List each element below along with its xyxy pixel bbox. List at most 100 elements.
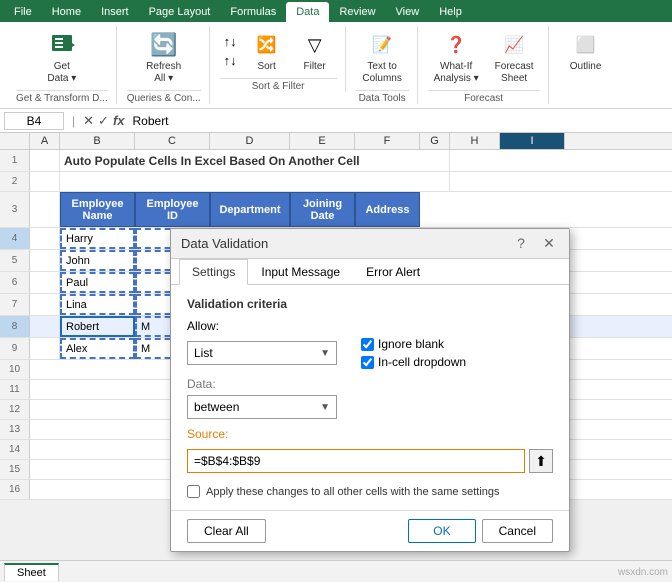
allow-dropdown[interactable]: List ▼ xyxy=(187,341,337,365)
tab-insert[interactable]: Insert xyxy=(91,2,139,22)
in-cell-dropdown-checkbox[interactable]: In-cell dropdown xyxy=(361,355,466,369)
col-i[interactable]: I xyxy=(500,133,565,149)
cell-a4[interactable] xyxy=(30,228,60,249)
filter-button[interactable]: ▽ Filter xyxy=(293,26,337,76)
cell-a8[interactable] xyxy=(30,316,60,337)
cancel-formula-icon[interactable]: ✕ xyxy=(83,113,94,129)
source-row: ⬆ xyxy=(187,449,553,473)
dialog-help-icon[interactable]: ? xyxy=(511,235,531,252)
tab-data[interactable]: Data xyxy=(286,2,329,22)
sort-button[interactable]: 🔀 Sort xyxy=(245,26,289,76)
cell-employee-name-header[interactable]: EmployeeName xyxy=(60,192,135,227)
cell-b7-lina[interactable]: Lina xyxy=(60,294,135,315)
data-validation-dialog[interactable]: Data Validation ? ✕ Settings Input Messa… xyxy=(170,228,570,552)
row-num-1: 1 xyxy=(0,150,30,171)
col-f[interactable]: F xyxy=(355,133,420,149)
cancel-button[interactable]: Cancel xyxy=(482,519,553,543)
sheet-tab-sheet[interactable]: Sheet xyxy=(4,563,59,581)
sort-descending-button[interactable]: ↑↓ xyxy=(220,52,241,69)
col-c[interactable]: C xyxy=(135,133,210,149)
cell-address-header[interactable]: Address xyxy=(355,192,420,227)
data-dropdown[interactable]: between ▼ xyxy=(187,395,337,419)
row-num-2: 2 xyxy=(0,172,30,191)
row-num-7: 7 xyxy=(0,294,30,315)
cell-a7[interactable] xyxy=(30,294,60,315)
footer-right-buttons: OK Cancel xyxy=(408,519,553,543)
sort-ascending-button[interactable]: ↑↓ xyxy=(220,33,241,50)
confirm-formula-icon[interactable]: ✓ xyxy=(98,113,109,129)
col-a[interactable]: A xyxy=(30,133,60,149)
tab-home[interactable]: Home xyxy=(42,2,91,22)
ribbon-tabs: File Home Insert Page Layout Formulas Da… xyxy=(0,2,672,22)
cell-reference-box[interactable] xyxy=(4,112,64,130)
ribbon: File Home Insert Page Layout Formulas Da… xyxy=(0,0,672,109)
allow-dropdown-arrow: ▼ xyxy=(320,348,330,359)
dialog-tabs: Settings Input Message Error Alert xyxy=(171,259,569,285)
insert-function-icon[interactable]: fx xyxy=(113,113,125,129)
group-data-tools: 📝 Text toColumns Data Tools xyxy=(348,26,418,104)
group-queries: 🔄 RefreshAll ▾ Queries & Con... xyxy=(119,26,210,104)
data-value: between xyxy=(194,400,239,414)
refresh-icon: 🔄 xyxy=(148,29,180,61)
sort-icon: 🔀 xyxy=(251,29,283,61)
dialog-close-icon[interactable]: ✕ xyxy=(539,235,559,252)
cell-department-header[interactable]: Department xyxy=(210,192,290,227)
tab-review[interactable]: Review xyxy=(329,2,385,22)
group-get-transform: GetData ▾ Get & Transform D... xyxy=(8,26,117,104)
cell-employee-id-header[interactable]: EmployeeID xyxy=(135,192,210,227)
text-to-columns-button[interactable]: 📝 Text toColumns xyxy=(356,26,407,88)
formula-input[interactable] xyxy=(129,113,669,129)
row-num-5: 5 xyxy=(0,250,30,271)
outline-button[interactable]: ⬜ Outline xyxy=(564,26,608,76)
filter-icon: ▽ xyxy=(299,29,331,61)
cell-a6[interactable] xyxy=(30,272,60,293)
ignore-blank-input[interactable] xyxy=(361,338,374,351)
cell-b8-robert[interactable]: Robert xyxy=(60,316,135,337)
apply-checkbox[interactable] xyxy=(187,485,200,498)
cell-a1[interactable] xyxy=(30,150,60,171)
validation-criteria-title: Validation criteria xyxy=(187,297,553,311)
formula-icons: ✕ ✓ fx xyxy=(83,113,124,129)
tab-help[interactable]: Help xyxy=(429,2,472,22)
cell-b2[interactable] xyxy=(60,172,450,191)
ok-button[interactable]: OK xyxy=(408,519,475,543)
tab-error-alert[interactable]: Error Alert xyxy=(353,259,433,285)
row-num-4: 4 xyxy=(0,228,30,249)
what-if-button[interactable]: ❓ What-IfAnalysis ▾ xyxy=(428,26,485,88)
cell-b5-john[interactable]: John xyxy=(60,250,135,271)
refresh-all-button[interactable]: 🔄 RefreshAll ▾ xyxy=(140,26,187,88)
col-d[interactable]: D xyxy=(210,133,290,149)
tab-file[interactable]: File xyxy=(4,2,42,22)
tab-page-layout[interactable]: Page Layout xyxy=(139,2,221,22)
cell-b1[interactable]: Auto Populate Cells In Excel Based On An… xyxy=(60,150,450,171)
ribbon-content: GetData ▾ Get & Transform D... 🔄 Refresh… xyxy=(0,22,672,109)
forecast-sheet-button[interactable]: 📈 ForecastSheet xyxy=(489,26,540,88)
tab-settings[interactable]: Settings xyxy=(179,259,248,285)
col-e[interactable]: E xyxy=(290,133,355,149)
cell-b4-harry[interactable]: Harry xyxy=(60,228,135,249)
outline-label: Outline xyxy=(570,61,602,73)
source-input[interactable] xyxy=(187,449,525,473)
col-g[interactable]: G xyxy=(420,133,450,149)
cell-b9-alex[interactable]: Alex xyxy=(60,338,135,359)
cell-a3[interactable] xyxy=(30,192,60,227)
tab-input-message[interactable]: Input Message xyxy=(248,259,353,285)
tab-formulas[interactable]: Formulas xyxy=(220,2,286,22)
source-range-button[interactable]: ⬆ xyxy=(529,449,553,473)
outline-icon: ⬜ xyxy=(570,29,602,61)
cell-a9[interactable] xyxy=(30,338,60,359)
cell-a2[interactable] xyxy=(30,172,60,191)
tab-view[interactable]: View xyxy=(386,2,430,22)
ignore-blank-checkbox[interactable]: Ignore blank xyxy=(361,337,466,351)
get-data-button[interactable]: GetData ▾ xyxy=(40,26,84,88)
col-h[interactable]: H xyxy=(450,133,500,149)
clear-all-button[interactable]: Clear All xyxy=(187,519,266,543)
cell-b6-paul[interactable]: Paul xyxy=(60,272,135,293)
apply-row: Apply these changes to all other cells w… xyxy=(187,485,553,498)
cell-joining-date-header[interactable]: JoiningDate xyxy=(290,192,355,227)
dialog-title-controls: ? ✕ xyxy=(511,235,559,252)
checkboxes-group: Ignore blank In-cell dropdown xyxy=(361,337,466,369)
col-b[interactable]: B xyxy=(60,133,135,149)
in-cell-dropdown-input[interactable] xyxy=(361,356,374,369)
cell-a5[interactable] xyxy=(30,250,60,271)
